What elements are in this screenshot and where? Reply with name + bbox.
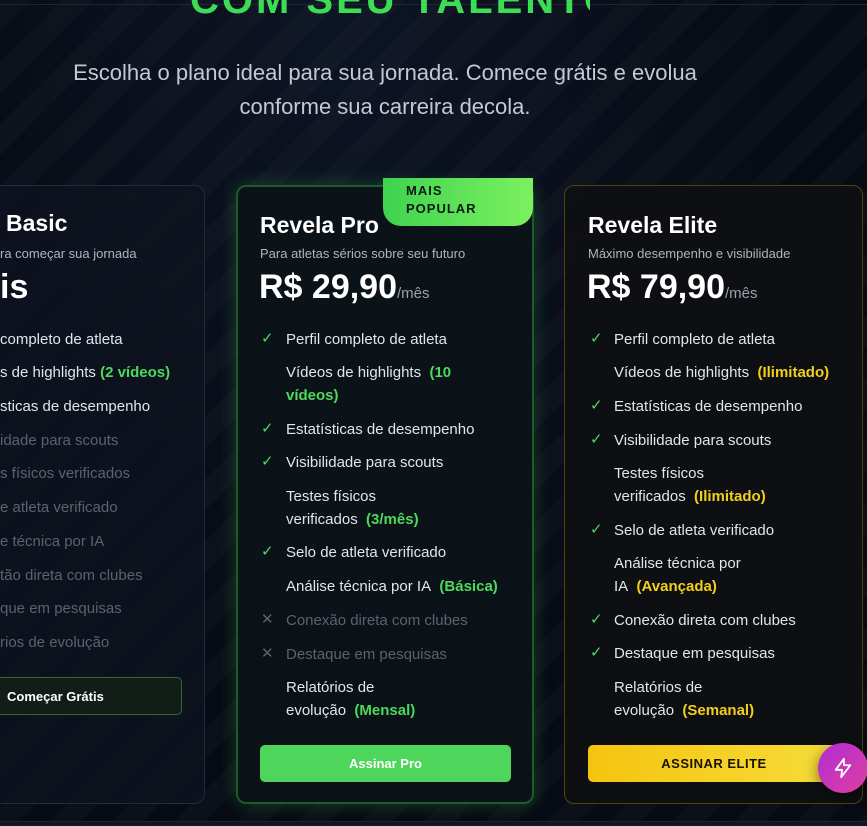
check-icon: ✓ — [590, 330, 603, 347]
elite-feature-7-limit: (Avançada) — [636, 578, 717, 595]
pro-feature-9: Destaque em pesquisas — [286, 646, 447, 663]
plan-name-elite: Revela Elite — [588, 212, 718, 238]
elite-feature-7-label-cont: IA — [614, 578, 629, 595]
subscribe-pro-button[interactable]: Assinar Pro — [260, 745, 511, 782]
elite-feature-5-limit: (Ilimitado) — [694, 488, 766, 505]
bottom-divider — [0, 821, 867, 826]
pro-feature-10-limit: (Mensal) — [354, 702, 416, 719]
elite-feature-2-label: Vídeos de highlights — [614, 364, 750, 381]
basic-feature-3: sticas de desempenho — [0, 398, 151, 415]
badge-line2: POPULAR — [406, 201, 477, 216]
elite-feature-10-limit: (Semanal) — [682, 702, 755, 719]
basic-feature-4: idade para scouts — [0, 432, 119, 449]
pro-feature-10: Relatórios de evolução (Mensal) — [286, 676, 415, 722]
basic-feature-2: s de highlights (2 vídeos) — [0, 361, 170, 384]
pro-feature-2-limit: (10 — [429, 364, 452, 381]
basic-feature-8: tão direta com clubes — [0, 567, 143, 584]
most-popular-badge: MAIS POPULAR — [383, 178, 533, 226]
pro-feature-5-limit: (3/mês) — [366, 511, 419, 528]
check-icon: ✓ — [590, 644, 603, 661]
lightning-icon — [834, 757, 852, 779]
basic-feature-9: que em pesquisas — [0, 600, 122, 617]
elite-feature-4: Visibilidade para scouts — [614, 432, 772, 449]
start-free-button[interactable]: Começar Grátis — [0, 677, 182, 715]
quick-action-button[interactable] — [818, 743, 867, 793]
pro-feature-5-label-cont: verificados — [286, 511, 358, 528]
pro-feature-8: Conexão direta com clubes — [286, 612, 468, 629]
elite-feature-10-label: Relatórios de — [614, 679, 703, 696]
check-icon: ✓ — [261, 453, 274, 470]
pro-feature-2: Vídeos de highlights (10 vídeos) — [286, 361, 506, 407]
basic-feature-2-label: s de highlights — [0, 364, 96, 381]
pro-feature-7: Análise técnica por IA (Básica) — [286, 575, 498, 598]
pro-feature-2-limit-cont: vídeos) — [286, 387, 339, 404]
check-icon: ✓ — [590, 397, 603, 414]
x-icon: ✕ — [261, 611, 274, 628]
check-icon: ✓ — [261, 330, 274, 347]
plan-desc-elite: Máximo desempenho e visibilidade — [588, 246, 791, 261]
pro-feature-4: Visibilidade para scouts — [286, 454, 444, 471]
plan-price-pro: R$ 29,90/mês — [259, 268, 430, 307]
elite-feature-3: Estatísticas de desempenho — [614, 398, 803, 415]
elite-feature-7: Análise técnica por IA (Avançada) — [614, 552, 741, 598]
plan-desc-basic: ra começar sua jornada — [0, 246, 137, 261]
price-value-elite: R$ 79,90 — [587, 268, 725, 306]
pro-feature-7-label: Análise técnica por IA — [286, 578, 432, 595]
pro-feature-3: Estatísticas de desempenho — [286, 421, 475, 438]
pro-feature-5-label: Testes físicos — [286, 488, 377, 505]
subscribe-elite-button[interactable]: ASSINAR ELITE — [588, 745, 840, 782]
basic-feature-2-limit: (2 vídeos) — [100, 364, 171, 381]
basic-feature-6: e atleta verificado — [0, 499, 118, 516]
hero-subtitle-line1: Escolha o plano ideal para sua jornada. … — [73, 60, 697, 85]
check-icon: ✓ — [590, 521, 603, 538]
basic-feature-7: e técnica por IA — [0, 533, 105, 550]
elite-feature-6: Selo de atleta verificado — [614, 522, 775, 539]
hero-heading: COM SEU TALENTO — [190, 0, 590, 18]
pro-feature-6: Selo de atleta verificado — [286, 544, 447, 561]
check-icon: ✓ — [261, 543, 274, 560]
elite-feature-10-label-cont: evolução — [614, 702, 675, 719]
elite-feature-5-label-cont: verificados — [614, 488, 686, 505]
check-icon: ✓ — [590, 611, 603, 628]
elite-feature-5-label: Testes físicos — [614, 465, 705, 482]
badge-line1: MAIS — [406, 183, 443, 198]
elite-feature-2: Vídeos de highlights (Ilimitado) — [614, 361, 829, 384]
plan-price-elite: R$ 79,90/mês — [587, 268, 758, 307]
plan-price-basic: is — [0, 268, 29, 306]
elite-feature-9: Destaque em pesquisas — [614, 645, 775, 662]
basic-feature-5: s físicos verificados — [0, 465, 131, 482]
x-icon: ✕ — [261, 645, 274, 662]
elite-feature-8: Conexão direta com clubes — [614, 612, 796, 629]
hero-subtitle-line2: conforme sua carreira decola. — [239, 94, 531, 119]
pro-feature-1: Perfil completo de atleta — [286, 331, 447, 348]
elite-feature-2-limit: (Ilimitado) — [757, 364, 830, 381]
pro-feature-7-limit: (Básica) — [439, 578, 498, 595]
basic-feature-1: completo de atleta — [0, 331, 123, 348]
price-value-pro: R$ 29,90 — [259, 268, 397, 306]
pro-feature-2-label: Vídeos de highlights — [286, 364, 422, 381]
pro-feature-5: Testes físicos verificados (3/mês) — [286, 485, 419, 531]
plan-name-pro: Revela Pro — [260, 212, 379, 238]
pro-feature-10-label-cont: evolução — [286, 702, 347, 719]
check-icon: ✓ — [261, 420, 274, 437]
price-period-elite: /mês — [725, 285, 758, 302]
elite-feature-10: Relatórios de evolução (Semanal) — [614, 676, 754, 722]
plan-desc-pro: Para atletas sérios sobre seu futuro — [260, 246, 466, 261]
elite-feature-5: Testes físicos verificados (Ilimitado) — [614, 462, 766, 508]
elite-feature-7-label: Análise técnica por — [614, 555, 741, 572]
hero-subtitle: Escolha o plano ideal para sua jornada. … — [0, 56, 770, 124]
pro-feature-10-label: Relatórios de — [286, 679, 375, 696]
price-period-pro: /mês — [397, 285, 430, 302]
plan-name-basic: Basic — [6, 210, 68, 236]
elite-feature-1: Perfil completo de atleta — [614, 331, 775, 348]
basic-feature-10: rios de evolução — [0, 634, 110, 651]
check-icon: ✓ — [590, 431, 603, 448]
